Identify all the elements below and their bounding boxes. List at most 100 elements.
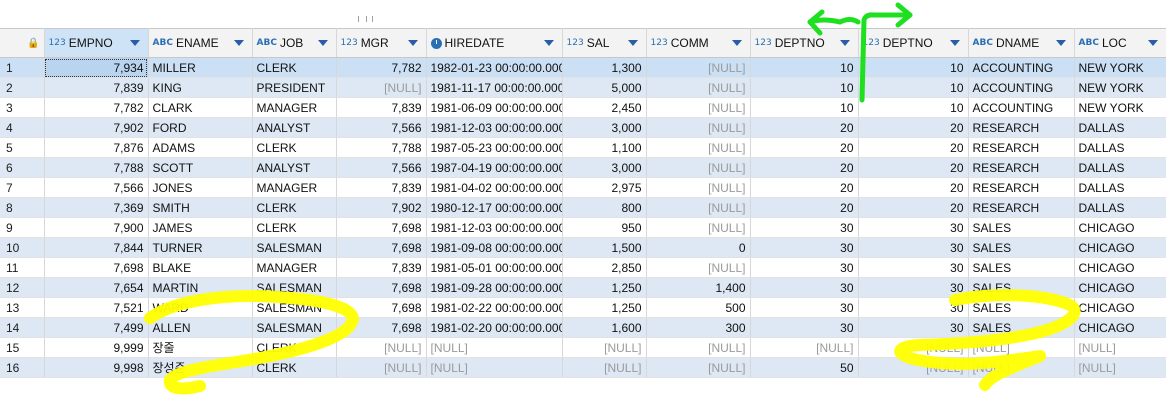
table-row[interactable]: 2 7,839 KING PRESIDENT [NULL] 1981-11-17 00:0… [0, 77, 1166, 98]
cell-comm[interactable]: [NULL] [646, 217, 751, 238]
cell-deptno[interactable]: 20 [858, 177, 969, 198]
cell-empno[interactable]: 7,844 [44, 237, 149, 258]
cell-deptno[interactable]: [NULL] [858, 337, 969, 358]
cell-hiredate[interactable]: 1987-04-19 00:00:00.000 [426, 157, 563, 178]
table-row[interactable]: 7 7,566 JONES MANAGER 7,839 1981-04-02 00:00:… [0, 177, 1166, 198]
cell-loc[interactable]: DALLAS [1074, 137, 1166, 158]
cell-deptno[interactable]: 30 [858, 237, 969, 258]
cell-sal[interactable]: 1,100 [562, 137, 647, 158]
cell-dname[interactable]: RESEARCH [968, 177, 1075, 198]
row-number[interactable]: 8 [0, 197, 45, 218]
filter-dropdown-icon[interactable] [839, 40, 850, 46]
cell-hiredate[interactable]: 1981-12-03 00:00:00.000 [426, 217, 563, 238]
column-header-ename[interactable]: ABC ENAME [148, 28, 253, 58]
row-number[interactable]: 3 [0, 97, 45, 118]
cell-job[interactable]: MANAGER [252, 177, 337, 198]
cell-loc[interactable]: CHICAGO [1074, 277, 1166, 298]
cell-mgr[interactable]: [NULL] [336, 357, 427, 378]
cell-dname[interactable]: [NULL] [968, 337, 1075, 358]
cell-deptno[interactable]: 20 [750, 197, 859, 218]
cell-dname[interactable]: SALES [968, 237, 1075, 258]
cell-sal[interactable]: [NULL] [562, 337, 647, 358]
cell-loc[interactable]: DALLAS [1074, 157, 1166, 178]
cell-ename[interactable]: MARTIN [148, 277, 253, 298]
cell-comm[interactable]: 500 [646, 297, 751, 318]
cell-sal[interactable]: 1,600 [562, 317, 647, 338]
cell-sal[interactable]: 800 [562, 197, 647, 218]
cell-ename[interactable]: TURNER [148, 237, 253, 258]
cell-job[interactable]: MANAGER [252, 257, 337, 278]
cell-job[interactable]: SALESMAN [252, 277, 337, 298]
cell-ename[interactable]: SMITH [148, 197, 253, 218]
column-header-empno[interactable]: 123 EMPNO [44, 28, 149, 58]
cell-job[interactable]: MANAGER [252, 97, 337, 118]
cell-job[interactable]: ANALYST [252, 117, 337, 138]
row-number[interactable]: 1 [0, 57, 45, 78]
table-row[interactable]: 5 7,876 ADAMS CLERK 7,788 1987-05-23 00:00:00… [0, 137, 1166, 158]
cell-mgr[interactable]: 7,839 [336, 257, 427, 278]
cell-ename[interactable]: MILLER [148, 57, 253, 78]
cell-sal[interactable]: 3,000 [562, 117, 647, 138]
cell-deptno[interactable]: 30 [858, 217, 969, 238]
cell-hiredate[interactable]: 1981-04-02 00:00:00.000 [426, 177, 563, 198]
column-header-mgr[interactable]: 123 MGR [336, 28, 427, 58]
cell-empno[interactable]: 7,788 [44, 157, 149, 178]
table-row[interactable]: 13 7,521 WARD SALESMAN 7,698 1981-02-22 00:00… [0, 297, 1166, 318]
column-header-deptno[interactable]: 123 DEPTNO [750, 28, 859, 58]
cell-mgr[interactable]: 7,698 [336, 277, 427, 298]
cell-loc[interactable]: CHICAGO [1074, 217, 1166, 238]
table-row[interactable]: 14 7,499 ALLEN SALESMAN 7,698 1981-02-20 00:0… [0, 317, 1166, 338]
cell-dname[interactable]: RESEARCH [968, 197, 1075, 218]
filter-dropdown-icon[interactable] [543, 40, 554, 46]
cell-deptno[interactable]: 30 [858, 257, 969, 278]
cell-loc[interactable]: NEW YORK [1074, 57, 1166, 78]
cell-empno[interactable]: 7,654 [44, 277, 149, 298]
cell-comm[interactable]: [NULL] [646, 97, 751, 118]
rownum-header[interactable]: 🔒 [0, 28, 45, 58]
cell-hiredate[interactable]: 1981-11-17 00:00:00.000 [426, 77, 563, 98]
cell-loc[interactable]: CHICAGO [1074, 237, 1166, 258]
cell-comm[interactable]: [NULL] [646, 337, 751, 358]
cell-comm[interactable]: [NULL] [646, 117, 751, 138]
filter-dropdown-icon[interactable] [627, 40, 638, 46]
cell-mgr[interactable]: 7,566 [336, 117, 427, 138]
cell-job[interactable]: SALESMAN [252, 237, 337, 258]
row-number[interactable]: 14 [0, 317, 45, 338]
cell-empno[interactable]: 7,698 [44, 257, 149, 278]
row-number[interactable]: 5 [0, 137, 45, 158]
cell-deptno[interactable]: 30 [750, 257, 859, 278]
cell-empno[interactable]: 9,999 [44, 337, 149, 358]
cell-sal[interactable]: 5,000 [562, 77, 647, 98]
row-number[interactable]: 6 [0, 157, 45, 178]
cell-loc[interactable]: CHICAGO [1074, 257, 1166, 278]
column-header-comm[interactable]: 123 COMM [646, 28, 751, 58]
cell-mgr[interactable]: 7,566 [336, 157, 427, 178]
cell-deptno[interactable]: 50 [750, 357, 859, 378]
cell-mgr[interactable]: 7,698 [336, 317, 427, 338]
column-header-job[interactable]: ABC JOB [252, 28, 337, 58]
cell-sal[interactable]: 2,975 [562, 177, 647, 198]
row-number[interactable]: 10 [0, 237, 45, 258]
cell-deptno[interactable]: 30 [858, 317, 969, 338]
cell-deptno[interactable]: 10 [858, 77, 969, 98]
row-number[interactable]: 2 [0, 77, 45, 98]
cell-empno[interactable]: 7,900 [44, 217, 149, 238]
cell-dname[interactable]: RESEARCH [968, 157, 1075, 178]
cell-deptno[interactable]: 20 [858, 117, 969, 138]
cell-empno[interactable]: 7,369 [44, 197, 149, 218]
cell-loc[interactable]: DALLAS [1074, 117, 1166, 138]
cell-comm[interactable]: 0 [646, 237, 751, 258]
cell-job[interactable]: PRESIDENT [252, 77, 337, 98]
cell-comm[interactable]: 1,400 [646, 277, 751, 298]
cell-sal[interactable]: 2,450 [562, 97, 647, 118]
filter-dropdown-icon[interactable] [949, 40, 960, 46]
cell-hiredate[interactable]: 1981-12-03 00:00:00.000 [426, 117, 563, 138]
cell-sal[interactable]: 1,500 [562, 237, 647, 258]
cell-dname[interactable]: SALES [968, 297, 1075, 318]
cell-hiredate[interactable]: 1981-09-28 00:00:00.000 [426, 277, 563, 298]
cell-sal[interactable]: [NULL] [562, 357, 647, 378]
cell-mgr[interactable]: 7,902 [336, 197, 427, 218]
cell-empno[interactable]: 7,934 [44, 57, 149, 78]
cell-mgr[interactable]: [NULL] [336, 77, 427, 98]
row-number[interactable]: 11 [0, 257, 45, 278]
